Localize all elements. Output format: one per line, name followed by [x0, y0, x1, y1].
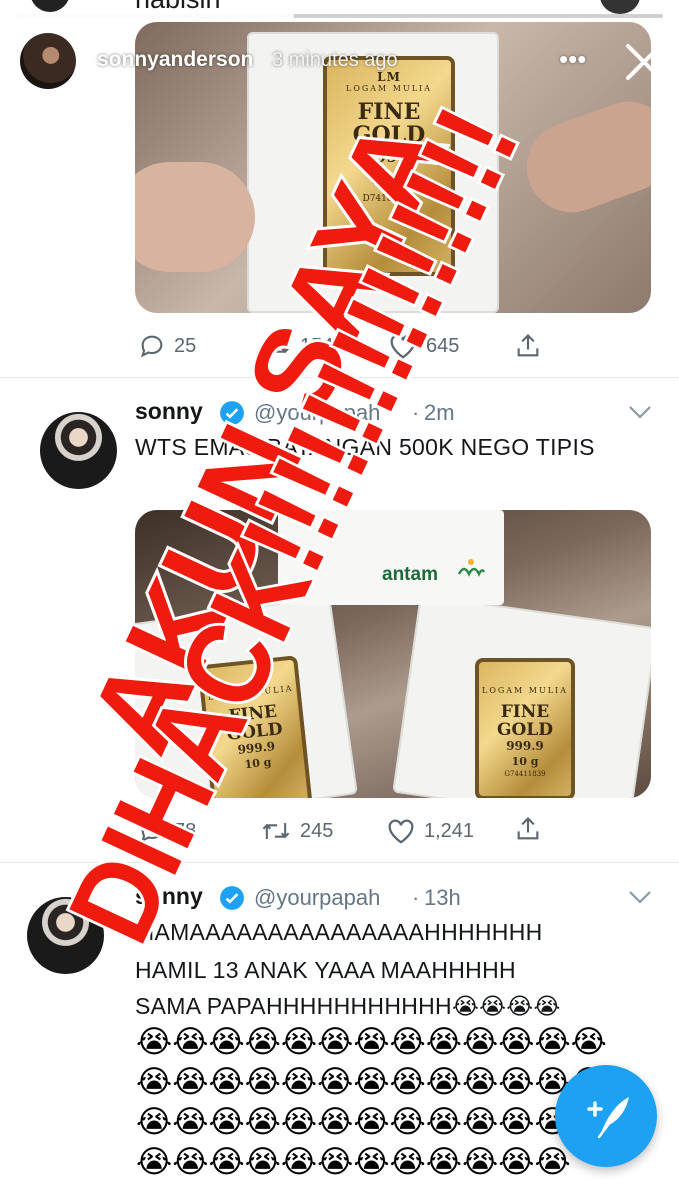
antam-logo-icon	[457, 559, 486, 577]
compose-button[interactable]	[555, 1065, 657, 1167]
retweet-button[interactable]: 245	[260, 817, 333, 845]
tweet-text-line: MAMAAAAAAAAAAAAAAAHHHHHHH	[135, 919, 543, 945]
like-count: 645	[426, 334, 460, 357]
gold-serial: D74185321	[362, 194, 416, 204]
tweet-time: 13h	[424, 885, 461, 910]
retweet-button[interactable]: 154	[260, 332, 333, 360]
verified-icon	[220, 401, 244, 425]
tweet-text-line: HAMIL 13 ANAK YAAA MAAHHHHH	[135, 957, 516, 983]
previous-story-text: nabisin	[135, 0, 221, 15]
share-icon[interactable]	[514, 332, 542, 360]
reply-icon	[140, 820, 163, 843]
retweet-count: 245	[300, 819, 334, 842]
compose-icon	[587, 1097, 629, 1139]
gold-brand-sub: LOGAM MULIA	[207, 683, 294, 702]
gold-title-line1: FINE	[357, 99, 421, 125]
like-count: 1,241	[424, 819, 475, 842]
finger-shape	[135, 162, 255, 272]
reply-icon	[140, 335, 163, 358]
reply-count: 25	[174, 334, 197, 357]
caret-down-icon[interactable]	[627, 404, 653, 420]
like-icon	[390, 334, 416, 359]
like-icon	[388, 819, 414, 844]
story-avatar[interactable]	[20, 33, 76, 89]
avatar[interactable]	[40, 412, 117, 489]
gold-title-line2: GOLD	[496, 720, 554, 740]
retweet-icon	[262, 823, 290, 839]
gold-purity: 999.9	[363, 147, 415, 166]
story-username[interactable]: sonnyanderson	[97, 48, 253, 72]
gold-purity: 999.9	[506, 739, 544, 753]
tweet-divider	[0, 377, 679, 378]
tweet-author-name[interactable]: sonny	[135, 398, 203, 425]
gold-brand: LM	[377, 70, 401, 84]
reply-button[interactable]: 25	[138, 332, 196, 360]
like-button[interactable]: 645	[388, 332, 459, 360]
gold-bar: LOGAM MULIA FINE GOLD 999.9 10 g G744118…	[475, 658, 575, 798]
gold-weight: 25 g	[371, 172, 407, 188]
previous-avatar	[30, 0, 70, 12]
tweet-handle[interactable]: @yourpapah	[254, 885, 380, 911]
antam-brand-text: antam	[382, 564, 438, 585]
story-progress-fill	[16, 14, 295, 18]
gold-serial: G74411839	[504, 770, 546, 778]
tweet-author-name[interactable]: sonny	[135, 883, 203, 910]
story-timestamp: 3 minutes ago	[272, 49, 398, 71]
gold-brand-sub: LOGAM MULIA	[482, 686, 568, 695]
emoji-row: 😭😭😭😭😭😭😭😭😭😭😭😭😭	[136, 1024, 607, 1059]
tweet-time: 2m	[424, 400, 455, 425]
instagram-story-screen: nabisin LM LOGAM MULIA FINE GOLD 999.9 2…	[0, 0, 679, 1200]
finger-shape	[514, 89, 651, 225]
reply-count: 78	[174, 819, 197, 842]
avatar[interactable]	[27, 897, 104, 974]
gold-title-line1: FINE	[500, 702, 550, 722]
tweet-text-line: SAMA PAPAHHHHHHHHHHH😭😭😭😭	[135, 993, 561, 1019]
verified-icon	[220, 886, 244, 910]
caret-down-icon[interactable]	[627, 889, 653, 905]
tweet-text: WTS EMAS BATANGAN 500K NEGO TIPIS	[135, 434, 595, 460]
previous-more-button	[600, 0, 640, 14]
more-icon[interactable]: •••	[559, 44, 586, 75]
tweet-handle[interactable]: @yourpapah	[254, 400, 380, 426]
tweet-divider	[0, 862, 679, 863]
retweet-icon	[262, 338, 290, 354]
gold-brand-sub: LOGAM MULIA	[346, 84, 432, 93]
gold-weight: 10 g	[511, 755, 539, 768]
close-icon[interactable]	[622, 40, 666, 84]
tweet-time-separator: ·	[412, 400, 420, 425]
gold-bar: LOGAM MULIA FINE GOLD 999.9 10 g	[197, 655, 313, 798]
gold-bar: LM LOGAM MULIA FINE GOLD 999.9 25 g D741…	[323, 56, 455, 276]
reply-button[interactable]: 78	[138, 817, 196, 845]
retweet-count: 154	[300, 334, 334, 357]
story-progress-bar	[16, 14, 663, 18]
like-button[interactable]: 1,241	[386, 817, 474, 845]
share-icon[interactable]	[514, 815, 542, 843]
gold-title-line2: GOLD	[352, 122, 426, 148]
tweet-time-separator: ·	[412, 885, 420, 910]
